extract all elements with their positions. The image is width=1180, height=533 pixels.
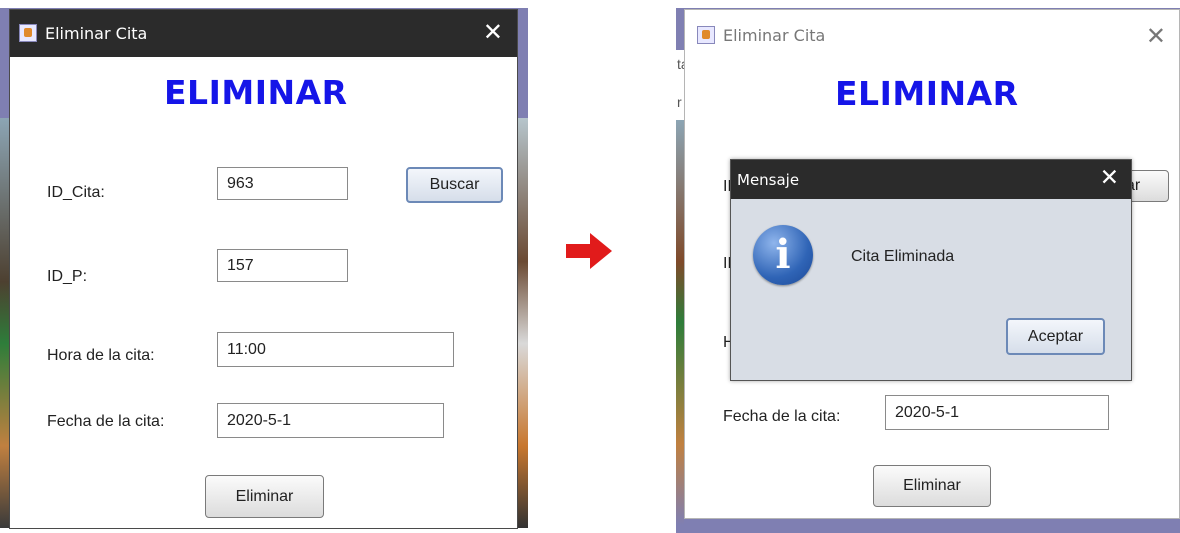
- backdrop-text-fragment: r: [677, 94, 682, 110]
- close-icon[interactable]: ✕: [483, 18, 503, 46]
- message-dialog: Mensaje ✕ i Cita Eliminada Aceptar: [730, 159, 1132, 381]
- window-titlebar: Eliminar Cita ✕: [10, 10, 517, 57]
- window-title: Eliminar Cita: [45, 24, 148, 43]
- info-icon: i: [753, 225, 813, 285]
- id-cita-field[interactable]: 963: [217, 167, 348, 200]
- window-titlebar: Eliminar Cita ✕: [685, 10, 1179, 57]
- close-icon[interactable]: ✕: [1100, 164, 1119, 192]
- aceptar-button[interactable]: Aceptar: [1006, 318, 1105, 355]
- backdrop-strip-right: [518, 118, 528, 528]
- eliminar-button[interactable]: Eliminar: [873, 465, 991, 507]
- dialog-title: Mensaje: [737, 171, 800, 189]
- backdrop-strip: [676, 120, 684, 525]
- eliminar-cita-window: Eliminar Cita ✕ ELIMINAR ID_Cita: 963 Bu…: [9, 9, 518, 529]
- hora-label: Hora de la cita:: [47, 347, 155, 364]
- buscar-button[interactable]: Buscar: [406, 167, 503, 203]
- dialog-message: Cita Eliminada: [851, 248, 955, 265]
- fecha-field[interactable]: 2020-5-1: [885, 395, 1109, 430]
- fecha-label: Fecha de la cita:: [47, 413, 165, 430]
- java-app-icon: [19, 24, 37, 42]
- fecha-label: Fecha de la cita:: [723, 408, 841, 425]
- close-icon[interactable]: ✕: [1146, 22, 1166, 50]
- window-title: Eliminar Cita: [723, 26, 826, 45]
- id-cita-label: ID_Cita:: [47, 184, 105, 201]
- fecha-field[interactable]: 2020-5-1: [217, 403, 444, 438]
- arrow-right-icon: [566, 233, 612, 269]
- id-p-field[interactable]: 157: [217, 249, 348, 282]
- java-app-icon: [697, 26, 715, 44]
- hora-field[interactable]: 11:00: [217, 332, 454, 367]
- eliminar-button[interactable]: Eliminar: [205, 475, 324, 518]
- page-title: ELIMINAR: [164, 73, 348, 112]
- dialog-titlebar: Mensaje ✕: [731, 160, 1131, 199]
- id-p-label: ID_P:: [47, 268, 88, 285]
- page-title: ELIMINAR: [835, 74, 1019, 113]
